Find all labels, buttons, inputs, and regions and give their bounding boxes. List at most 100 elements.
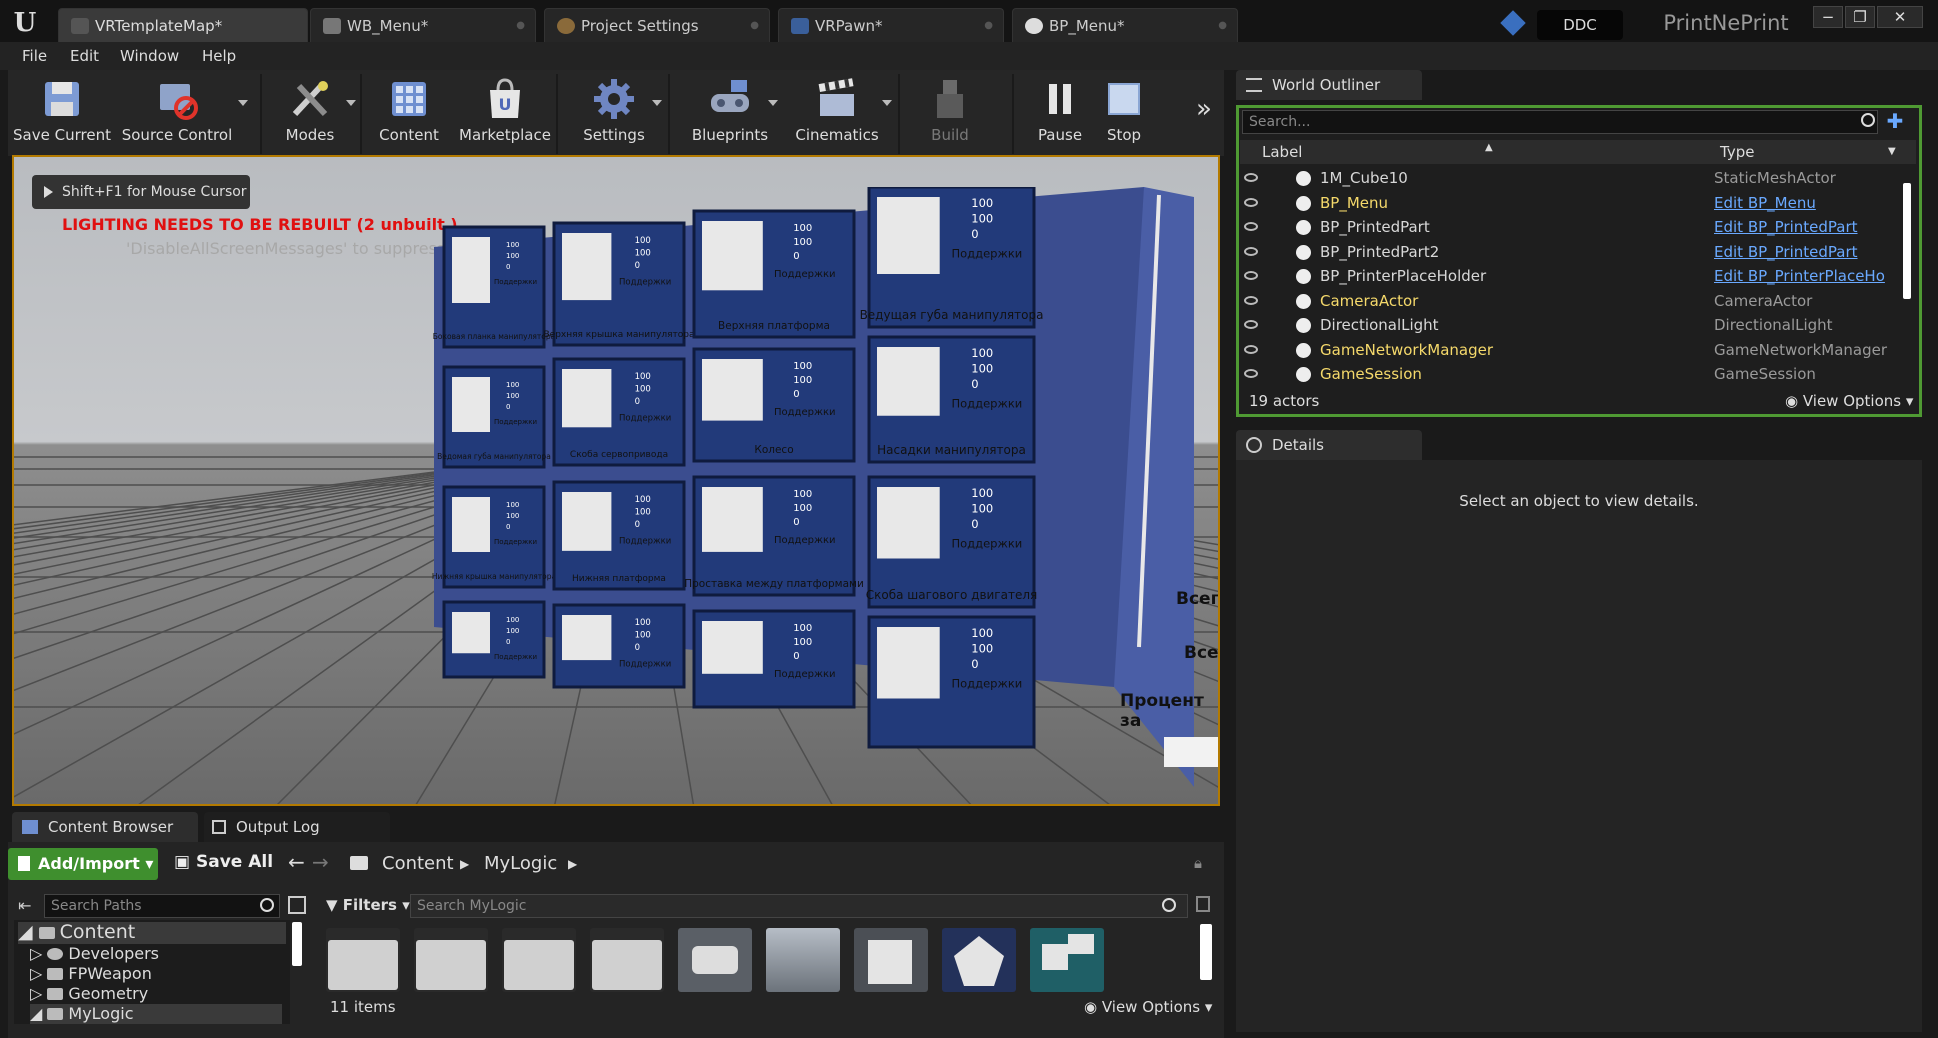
sources-toggle-icon[interactable]: ⇤ (18, 896, 40, 916)
marketplace-button[interactable]: U Marketplace (452, 70, 558, 156)
folder-asset[interactable] (414, 928, 488, 992)
supports-checkbox-label[interactable]: Поддержки (774, 269, 836, 280)
outliner-row[interactable]: BP_PrintedPart2 Edit BP_PrintedPart (1240, 240, 1900, 264)
mouse-cursor-hint[interactable]: Shift+F1 for Mouse Cursor (32, 175, 250, 209)
unreal-logo-icon[interactable]: U (8, 6, 42, 40)
breadcrumb-separator[interactable]: ▶ (460, 852, 469, 876)
back-arrow-icon[interactable]: ← (288, 850, 305, 874)
actor-type[interactable]: Edit BP_Menu (1714, 191, 1816, 215)
chevron-down-icon[interactable] (882, 100, 892, 106)
mesh-asset[interactable] (678, 928, 752, 992)
output-log-tab[interactable]: Output Log (204, 812, 390, 842)
outliner-search-input[interactable]: Search... (1242, 110, 1878, 134)
chevron-down-icon[interactable] (346, 100, 356, 106)
save-current-button[interactable]: Save Current (8, 70, 116, 156)
forward-arrow-icon[interactable]: → (312, 850, 329, 874)
supports-checkbox-label[interactable]: Поддержки (952, 537, 1023, 551)
add-import-button[interactable]: Add/Import ▾ (8, 848, 158, 880)
menu-edit[interactable]: Edit (62, 42, 107, 70)
lock-icon[interactable]: 🔒︎ (1194, 854, 1202, 872)
breadcrumb-content[interactable]: Content (382, 852, 454, 876)
chevron-down-icon[interactable] (652, 100, 662, 106)
close-icon[interactable]: ● (984, 9, 993, 42)
menu-file[interactable]: File (14, 42, 55, 70)
supports-checkbox-label[interactable]: Поддержки (494, 418, 537, 426)
menu-help[interactable]: Help (194, 42, 244, 70)
minimize-button[interactable]: − (1813, 6, 1843, 28)
folder-asset[interactable] (590, 928, 664, 992)
blueprints-button[interactable]: Blueprints (682, 70, 778, 156)
visibility-eye-icon[interactable] (1244, 197, 1258, 207)
chevron-down-icon[interactable]: ▼ (1888, 140, 1896, 164)
asset-scrollbar[interactable] (1200, 924, 1212, 980)
search-assets-input[interactable]: Search MyLogic (410, 894, 1188, 918)
supports-checkbox-label[interactable]: Поддержки (619, 537, 671, 547)
supports-checkbox-label[interactable]: Поддержки (774, 669, 836, 680)
folder-asset[interactable] (326, 928, 400, 992)
supports-checkbox-label[interactable]: Поддержки (494, 278, 537, 286)
close-icon[interactable]: ● (516, 9, 525, 42)
tab-bp-menu[interactable]: BP_Menu* ● (1012, 8, 1238, 42)
save-search-icon[interactable] (1196, 896, 1210, 912)
visibility-eye-icon[interactable] (1244, 222, 1258, 231)
tab-vrpawn[interactable]: VRPawn* ● (778, 8, 1004, 42)
world-outliner-tab[interactable]: World Outliner (1236, 70, 1422, 100)
outliner-row[interactable]: BP_Menu Edit BP_Menu (1240, 191, 1900, 215)
tree-item-mylogic[interactable]: ◢ MyLogic (30, 1004, 282, 1024)
menu-window[interactable]: Window (112, 42, 187, 70)
outliner-row[interactable]: GameSession GameSession (1240, 362, 1900, 386)
outliner-row[interactable]: BP_PrintedPart Edit BP_PrintedPart (1240, 215, 1900, 239)
tree-item-developers[interactable]: ▷ Developers (30, 944, 159, 964)
build-button[interactable]: Build (910, 70, 990, 156)
board-button[interactable] (1164, 737, 1218, 767)
maximize-button[interactable]: ❐ (1845, 6, 1875, 28)
modes-button[interactable]: Modes (270, 70, 356, 156)
outliner-row[interactable]: DirectionalLight DirectionalLight (1240, 313, 1900, 337)
pause-button[interactable]: Pause (1028, 70, 1092, 156)
details-tab[interactable]: Details (1236, 430, 1422, 460)
supports-checkbox-label[interactable]: Поддержки (494, 653, 537, 661)
outliner-row[interactable]: 1M_Cube10 StaticMeshActor (1240, 166, 1900, 190)
actor-type[interactable]: Edit BP_PrinterPlaceHo (1714, 264, 1885, 288)
supports-checkbox-label[interactable]: Поддержки (952, 677, 1023, 691)
material-asset[interactable] (766, 928, 840, 992)
actor-type[interactable]: Edit BP_PrintedPart (1714, 240, 1858, 264)
supports-checkbox-label[interactable]: Поддержки (619, 278, 671, 288)
stop-button[interactable]: Stop (1094, 70, 1154, 156)
column-label[interactable]: Label (1262, 140, 1302, 164)
view-options-button[interactable]: ◉ View Options ▾ (1084, 998, 1212, 1016)
search-paths-input[interactable]: Search Paths (44, 894, 280, 918)
content-browser-tab[interactable]: Content Browser (12, 812, 198, 842)
add-filter-icon[interactable]: ✚ (1883, 109, 1907, 133)
supports-checkbox-label[interactable]: Поддержки (494, 538, 537, 546)
visibility-eye-icon[interactable] (1244, 344, 1258, 354)
source-control-button[interactable]: Source Control (118, 70, 248, 156)
outliner-row[interactable]: CameraActor CameraActor (1240, 289, 1900, 313)
visibility-eye-icon[interactable] (1244, 295, 1258, 305)
visibility-eye-icon[interactable] (1244, 369, 1258, 378)
close-icon[interactable]: ● (750, 9, 759, 42)
close-window-button[interactable]: ✕ (1877, 6, 1923, 28)
view-options-button[interactable]: ◉ View Options ▾ (1785, 392, 1913, 410)
outliner-row[interactable]: BP_PrinterPlaceHolder Edit BP_PrinterPlac… (1240, 264, 1900, 288)
settings-button[interactable]: Settings (570, 70, 662, 156)
chevron-down-icon[interactable] (768, 100, 778, 106)
tree-item-geometry[interactable]: ▷ Geometry (30, 984, 148, 1004)
save-all-button[interactable]: ▣ Save All (174, 852, 273, 872)
cube-asset[interactable] (854, 928, 928, 992)
ddc-button[interactable]: DDC (1537, 10, 1623, 40)
tab-project-settings[interactable]: Project Settings ● (544, 8, 770, 42)
view-list-icon[interactable] (288, 896, 306, 914)
visibility-eye-icon[interactable] (1244, 173, 1258, 182)
filters-button[interactable]: ▼ Filters ▾ (326, 896, 410, 914)
outliner-scrollbar[interactable] (1903, 183, 1911, 299)
folder-asset[interactable] (502, 928, 576, 992)
cinematics-button[interactable]: Cinematics (786, 70, 892, 156)
source-control-status-icon[interactable] (1500, 10, 1526, 36)
supports-checkbox-label[interactable]: Поддержки (774, 535, 836, 546)
widget-asset[interactable] (1030, 928, 1104, 992)
blueprint-asset[interactable] (942, 928, 1016, 992)
breadcrumb-mylogic[interactable]: MyLogic (484, 852, 557, 876)
tree-item-fpweapon[interactable]: ▷ FPWeapon (30, 964, 152, 984)
visibility-eye-icon[interactable] (1244, 320, 1258, 329)
